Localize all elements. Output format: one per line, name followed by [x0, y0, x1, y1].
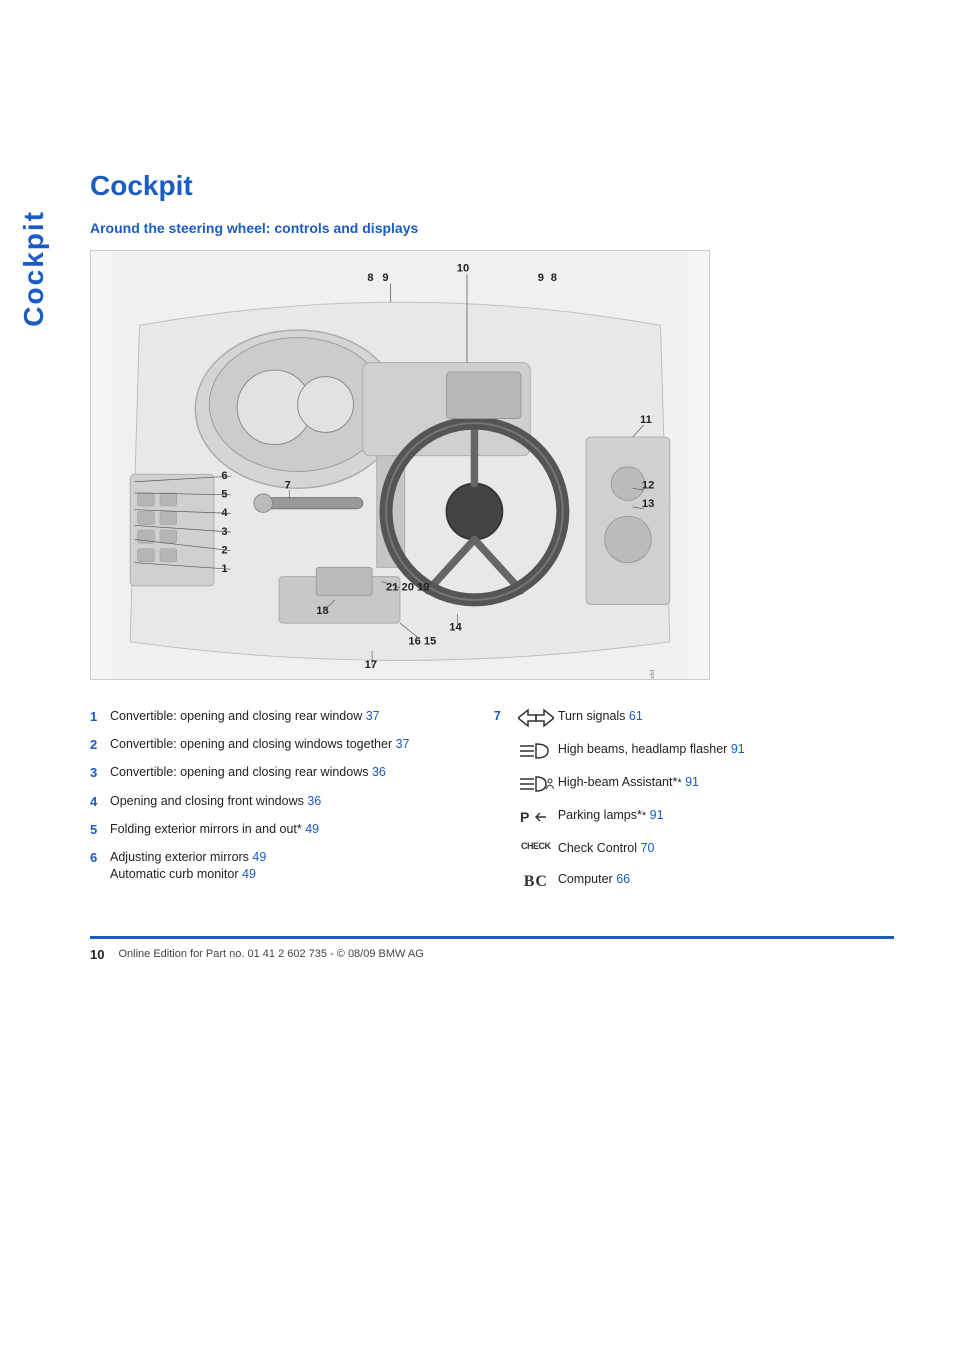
svg-text:18: 18 [316, 605, 328, 617]
svg-text:6: 6 [221, 470, 227, 482]
page-title: Cockpit [90, 170, 894, 202]
svg-text:17: 17 [365, 659, 377, 671]
list-item: 4 Opening and closing front windows 36 [90, 793, 454, 811]
svg-text:9: 9 [382, 272, 388, 284]
list-item: 6 Adjusting exterior mirrors 49 Automati… [90, 849, 454, 884]
item-number: 6 [90, 849, 110, 867]
reference-lists: 1 Convertible: opening and closing rear … [90, 708, 894, 906]
item-text: Parking lamps** 91 [558, 807, 664, 825]
right-list-item: High beams, headlamp flasher 91 [494, 741, 894, 761]
item-text: Check Control 70 [558, 840, 655, 858]
svg-text:10: 10 [457, 262, 469, 274]
list-item: 1 Convertible: opening and closing rear … [90, 708, 454, 726]
item-number: 1 [90, 708, 110, 726]
svg-text:12: 12 [642, 479, 654, 491]
cockpit-diagram: 8 9 10 9 8 1 2 3 4 5 6 7 [90, 250, 710, 680]
list-item: 5 Folding exterior mirrors in and out* 4… [90, 821, 454, 839]
item-number [494, 840, 514, 858]
right-list-item: CHECK Check Control 70 [494, 840, 894, 858]
item-text: Turn signals 61 [558, 708, 643, 726]
item-number-7: 7 [494, 708, 514, 726]
svg-text:14: 14 [449, 622, 462, 634]
item-number: 2 [90, 736, 110, 754]
check-control-icon: CHECK [514, 840, 558, 853]
item-text: Computer 66 [558, 871, 630, 889]
item-text: Adjusting exterior mirrors 49 Automatic … [110, 849, 266, 884]
svg-text:PPMLS-0CG8: PPMLS-0CG8 [648, 670, 655, 679]
list-item: 3 Convertible: opening and closing rear … [90, 764, 454, 782]
svg-text:P: P [520, 809, 529, 825]
list-item: 2 Convertible: opening and closing windo… [90, 736, 454, 754]
turn-signals-icon [514, 708, 558, 728]
item-number: 4 [90, 793, 110, 811]
svg-text:7: 7 [285, 479, 291, 491]
sidebar-chapter-label: Cockpit [18, 210, 50, 327]
page-number: 10 [90, 947, 104, 962]
svg-text:8: 8 [367, 272, 373, 284]
svg-text:21 20 19: 21 20 19 [386, 582, 429, 594]
svg-text:16 15: 16 15 [408, 636, 436, 648]
section-subtitle: Around the steering wheel: controls and … [90, 220, 894, 236]
item-number [494, 741, 514, 759]
bc-computer-icon: BC [514, 871, 558, 893]
high-beams-icon [514, 741, 558, 761]
footer-copyright: Online Edition for Part no. 01 41 2 602 … [118, 948, 423, 960]
svg-text:8: 8 [551, 272, 557, 284]
item-text: Folding exterior mirrors in and out* 49 [110, 821, 319, 839]
parking-lamps-icon: P [514, 807, 558, 827]
item-text: High beams, headlamp flasher 91 [558, 741, 745, 759]
item-number [494, 871, 514, 889]
left-reference-list: 1 Convertible: opening and closing rear … [90, 708, 454, 906]
right-list-item: BC Computer 66 [494, 871, 894, 893]
right-reference-list: 7 Turn signals 61 [494, 708, 894, 906]
item-number: 5 [90, 821, 110, 839]
svg-text:11: 11 [640, 414, 652, 426]
item-number: 3 [90, 764, 110, 782]
item-text: Convertible: opening and closing windows… [110, 736, 410, 754]
item-number [494, 807, 514, 825]
right-list-item: 7 Turn signals 61 [494, 708, 894, 728]
svg-text:9: 9 [538, 272, 544, 284]
page-footer: 10 Online Edition for Part no. 01 41 2 6… [90, 936, 894, 962]
right-list-item: P Parking lamps** 91 [494, 807, 894, 827]
high-beam-assistant-icon [514, 774, 558, 794]
right-list-item: High-beam Assistant** 91 [494, 774, 894, 794]
item-number [494, 774, 514, 792]
item-text: Convertible: opening and closing rear wi… [110, 708, 380, 726]
svg-text:13: 13 [642, 498, 654, 510]
item-text: Convertible: opening and closing rear wi… [110, 764, 386, 782]
item-text: High-beam Assistant** 91 [558, 774, 699, 792]
item-text: Opening and closing front windows 36 [110, 793, 321, 811]
